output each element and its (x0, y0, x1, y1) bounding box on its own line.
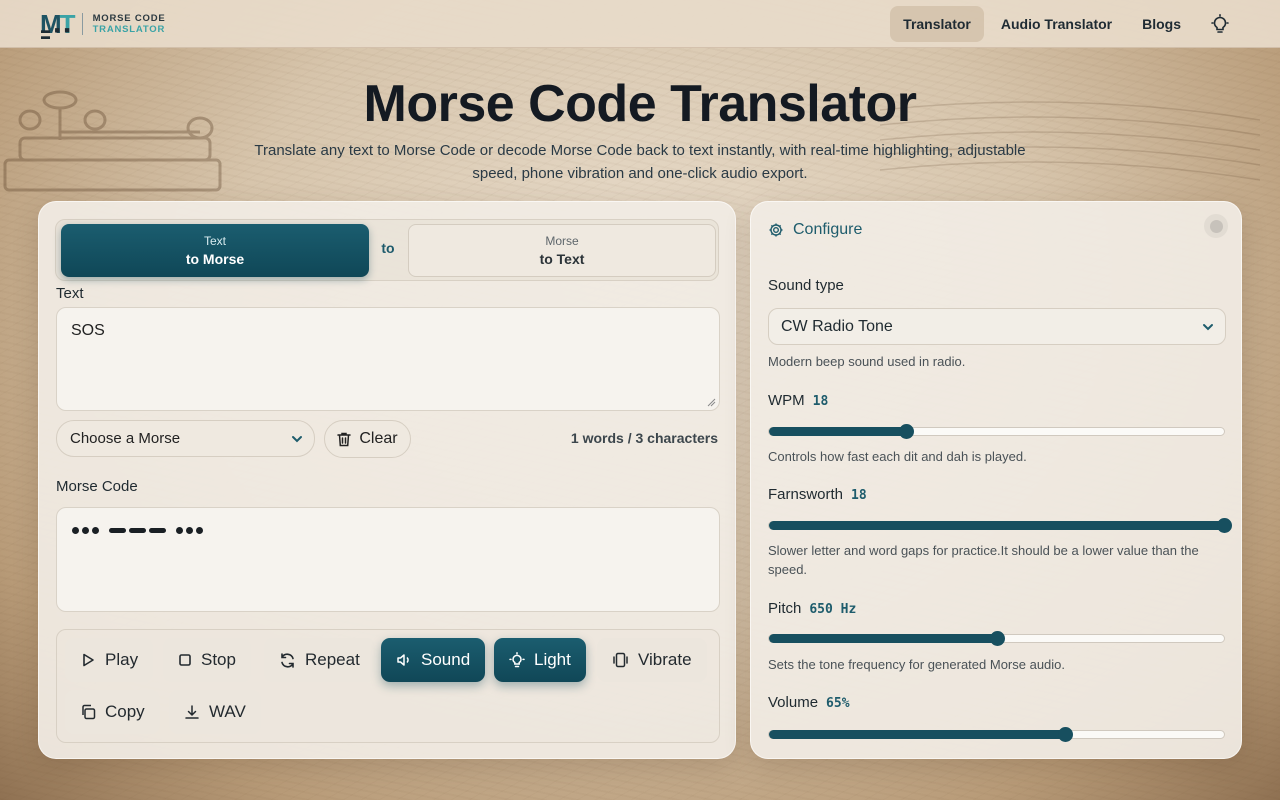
morse-output[interactable] (56, 507, 720, 612)
morse-dot (82, 527, 89, 534)
clear-button-label: Clear (359, 430, 398, 447)
farnsworth-value: 18 (851, 488, 867, 503)
sound-type-help: Modern beep sound used in radio. (768, 354, 966, 369)
repeat-icon (281, 652, 294, 668)
resize-handle-icon[interactable] (707, 398, 716, 407)
mode-to-label: to (381, 240, 395, 256)
pitch-help: Sets the tone frequency for generated Mo… (768, 657, 1066, 672)
nav-blogs[interactable]: Blogs (1129, 6, 1194, 42)
farnsworth-help: Slower letter and word gaps for practice… (768, 543, 1199, 577)
volume-slider-thumb[interactable] (1057, 727, 1073, 742)
logo-morse-dots: ▬ ■ ■ ▬ (41, 24, 71, 41)
wpm-slider[interactable] (768, 424, 1225, 439)
logo-mark: MT ▬ ■ ■ ▬ (40, 8, 76, 41)
stop-button[interactable]: Stop (163, 638, 251, 682)
stop-icon (179, 654, 191, 666)
chevron-down-icon (292, 435, 302, 442)
main-nav: Translator Audio Translator Blogs (890, 5, 1240, 42)
speaker-icon (397, 654, 409, 666)
lightbulb-icon (509, 652, 525, 668)
morse-variant-select-value: Choose a Morse (70, 430, 181, 447)
pitch-value: 650 Hz (809, 602, 857, 617)
farnsworth-label: Farnsworth 18 (768, 486, 867, 503)
download-icon (185, 705, 199, 719)
morse-dot (176, 527, 183, 534)
text-input-value: SOS (71, 322, 105, 339)
gear-icon (769, 223, 783, 237)
play-icon (83, 653, 94, 667)
morse-dash (129, 528, 146, 533)
morse-dot (186, 527, 193, 534)
nav-translator[interactable]: Translator (890, 5, 984, 42)
morse-letter-group (109, 528, 166, 533)
mode-switcher: Text to Morse to Morse to Text (55, 219, 719, 281)
volume-label: Volume 65% (768, 694, 850, 711)
farnsworth-slider[interactable] (768, 518, 1232, 533)
word-char-count: 1 words / 3 characters (570, 430, 718, 446)
wav-download-button[interactable]: WAV (169, 690, 261, 734)
clear-button[interactable]: Clear (324, 420, 411, 458)
page-title: Morse Code Translator (363, 75, 917, 133)
farnsworth-slider-thumb[interactable] (1217, 518, 1232, 533)
mode-morse-to-text-button[interactable]: Morse to Text (408, 224, 716, 277)
morse-dot (72, 527, 79, 534)
page-subtitle: Translate any text to Morse Code or deco… (254, 142, 1026, 182)
volume-value: 65% (826, 696, 850, 711)
morse-dot (92, 527, 99, 534)
repeat-button[interactable]: Repeat (264, 638, 375, 682)
sound-type-select[interactable]: CW Radio Tone (768, 308, 1226, 345)
morse-dot (196, 527, 203, 534)
logo-divider (81, 12, 83, 35)
pitch-slider[interactable] (768, 631, 1225, 646)
sound-type-label: Sound type (768, 277, 844, 294)
text-input[interactable]: SOS (56, 307, 720, 411)
site-logo[interactable]: MT ▬ ■ ■ ▬ MORSE CODE TRANSLATOR (40, 8, 166, 41)
configure-collapse-button[interactable] (1204, 214, 1228, 238)
configure-header[interactable]: Configure (768, 221, 862, 239)
trash-icon (337, 432, 352, 446)
vibrate-button[interactable]: Vibrate (597, 638, 707, 682)
configure-panel: Configure Sound type CW Radio Tone Moder… (750, 201, 1242, 759)
light-toggle-button[interactable]: Light (494, 638, 586, 682)
morse-dash (109, 528, 126, 533)
configure-title: Configure (793, 221, 863, 238)
morse-letter-group (72, 527, 99, 534)
text-input-label: Text (56, 285, 84, 302)
nav-audio-translator[interactable]: Audio Translator (988, 6, 1125, 42)
morse-visual (72, 527, 203, 534)
wpm-slider-thumb[interactable] (898, 424, 914, 439)
wpm-value: 18 (812, 394, 829, 409)
wpm-label: WPM 18 (768, 392, 829, 409)
copy-button[interactable]: Copy (65, 690, 160, 734)
sound-type-value: CW Radio Tone (781, 317, 893, 335)
playback-controls: Play Stop Repeat Sound Light Vibrate Cop… (56, 629, 720, 743)
volume-slider[interactable] (768, 727, 1225, 742)
sound-toggle-button[interactable]: Sound (381, 638, 486, 682)
pitch-slider-thumb[interactable] (989, 631, 1005, 646)
morse-variant-select[interactable]: Choose a Morse (56, 420, 315, 457)
copy-icon (82, 704, 96, 720)
morse-dash (149, 528, 166, 533)
pitch-label: Pitch 650 Hz (768, 600, 857, 617)
logo-wordmark: MORSE CODE TRANSLATOR (92, 12, 166, 35)
morse-letter-group (176, 527, 203, 534)
chevron-down-icon (1203, 323, 1213, 330)
wpm-help: Controls how fast each dit and dah is pl… (768, 449, 1027, 464)
play-button[interactable]: Play (65, 638, 154, 682)
top-navbar: MT ▬ ■ ■ ▬ MORSE CODE TRANSLATOR Transla… (0, 0, 1280, 48)
translator-panel: Text to Morse to Morse to Text Text SOS … (38, 201, 736, 759)
morse-output-label: Morse Code (56, 478, 138, 495)
vibrate-phone-icon (613, 652, 628, 668)
lightbulb-icon (1211, 13, 1229, 33)
mode-text-to-morse-button[interactable]: Text to Morse (61, 224, 369, 277)
theme-toggle-button[interactable] (1200, 6, 1240, 42)
